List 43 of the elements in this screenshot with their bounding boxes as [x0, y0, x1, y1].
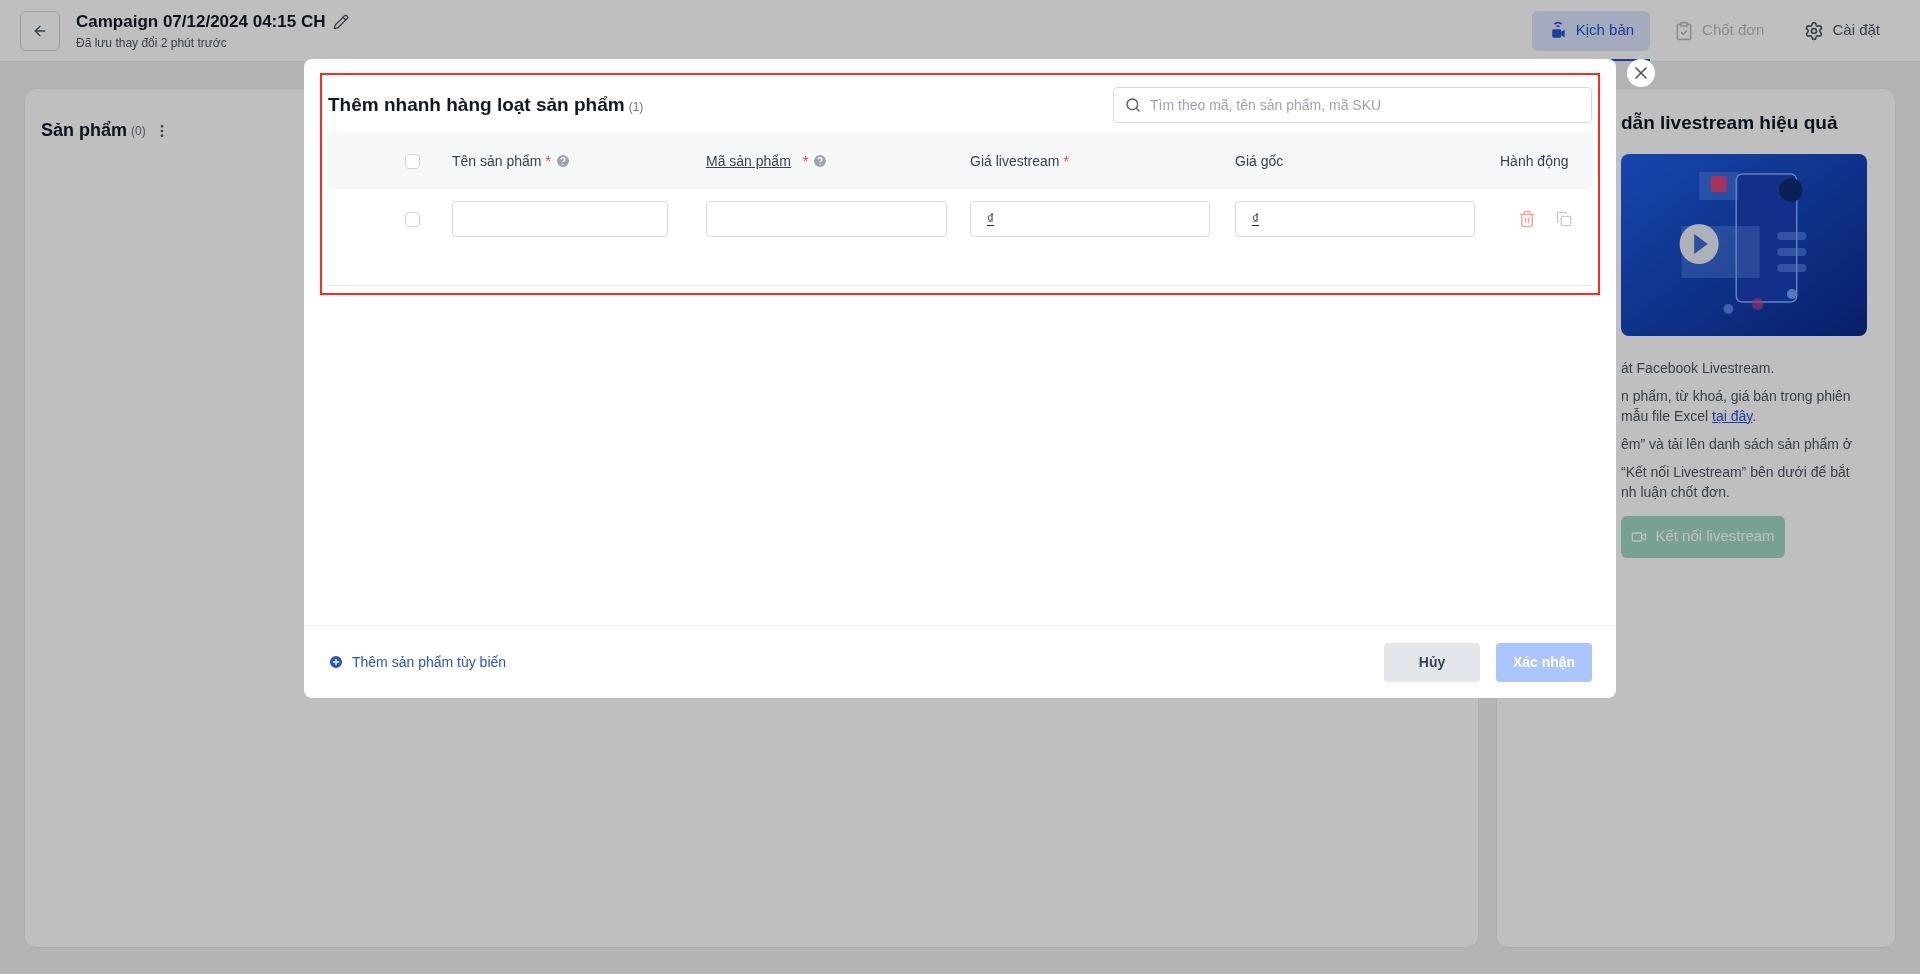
close-button[interactable] — [1627, 59, 1655, 87]
required-mark: * — [545, 151, 551, 171]
search-icon — [1125, 97, 1141, 113]
copy-icon[interactable] — [1556, 211, 1572, 227]
input-field[interactable]: ₫ — [1235, 201, 1475, 237]
products-count: (0) — [131, 122, 146, 140]
save-status: Đã lưu thay đổi 2 phút trước — [76, 35, 228, 53]
required-mark: * — [1063, 151, 1069, 171]
checklist-icon — [1674, 20, 1695, 41]
guide-text: át Facebook Livestream. — [1621, 358, 1776, 378]
guide-text: êm” và tải lên danh sách sản phẩm ở — [1621, 434, 1853, 454]
modal-count: (1) — [628, 98, 644, 116]
column-header: Hành động — [1500, 151, 1569, 171]
guide-text: “Kết nối Livestream” bên dưới để bắt nh luận chốt đơn. — [1621, 462, 1851, 502]
required-mark: * — [802, 151, 809, 171]
column-header: Giá gốc — [1235, 151, 1284, 171]
guide-title: dẫn livestream hiệu quả — [1621, 111, 1839, 135]
delete-icon[interactable] — [1518, 210, 1536, 228]
back-button[interactable] — [20, 10, 60, 51]
input-field[interactable] — [706, 201, 947, 237]
products-title: Sản phẩm — [41, 119, 128, 142]
campaign-title: Campaign 07/12/2024 04:15 CH — [76, 10, 326, 33]
search-field[interactable]: Tìm theo mã, tên sản phẩm, mã SKU — [1113, 87, 1592, 123]
tab[interactable]: Kịch bản — [1531, 10, 1651, 51]
currency-symbol: ₫ — [1252, 209, 1260, 229]
checkbox[interactable] — [405, 211, 420, 227]
modal-title: Thêm nhanh hàng loạt sản phẩm — [328, 92, 625, 117]
plus-icon — [328, 654, 344, 670]
column-header: Tên sản phẩm — [452, 151, 542, 171]
help-icon[interactable] — [812, 153, 829, 169]
settings-icon — [1804, 20, 1825, 41]
add-custom-product-link[interactable]: Thêm sản phẩm tùy biến — [328, 651, 507, 673]
tab[interactable]: Cài đặt — [1788, 10, 1896, 51]
column-header: Giá livestream — [970, 151, 1060, 171]
input-field[interactable] — [452, 201, 668, 237]
cancel-button[interactable]: Hủy — [1384, 642, 1480, 682]
currency-symbol: ₫ — [987, 209, 995, 229]
edit-icon[interactable] — [333, 13, 350, 30]
checkbox[interactable] — [405, 153, 420, 169]
help-icon[interactable] — [554, 153, 571, 169]
input-field[interactable]: ₫ — [970, 201, 1210, 237]
column-header: Mã sản phẩm — [706, 151, 791, 171]
guide-text: n phẩm, từ khoá, giá bán trong phiên mẫu file Excel tại đây. — [1621, 386, 1852, 426]
